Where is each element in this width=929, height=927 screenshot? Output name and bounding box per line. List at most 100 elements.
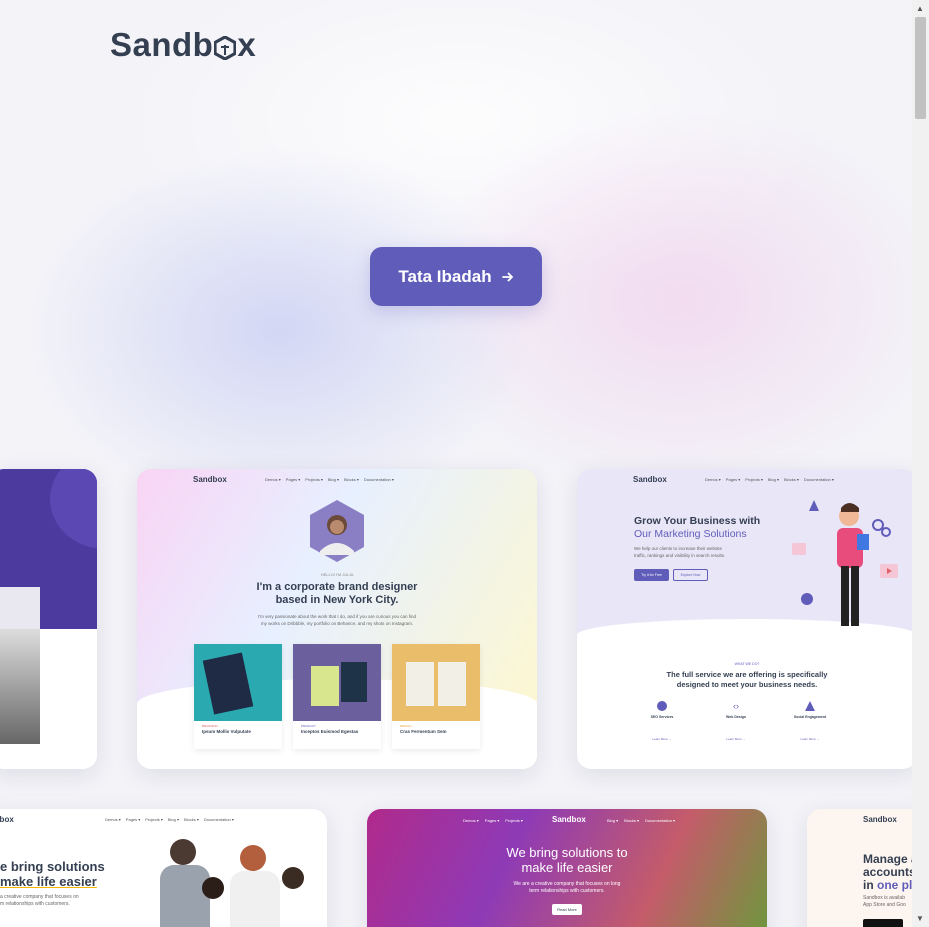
logo-text: Sandb x xyxy=(110,26,257,63)
demo-card-designer[interactable]: Sandbox Demos ▾ Pages ▾ Projects ▾ Blog … xyxy=(137,469,537,769)
seo-icon xyxy=(657,701,667,711)
nav-item[interactable]: Blocks ▾ xyxy=(784,477,799,482)
learn-more-link[interactable]: Learn More → xyxy=(785,737,835,741)
nav-item[interactable]: Pages ▾ xyxy=(485,818,499,823)
arrow-right-icon xyxy=(501,272,513,281)
body-line: term relationships with customers. xyxy=(529,888,605,894)
hero-body: We are a creative company that focuses o… xyxy=(367,881,767,895)
heading-line: Grow Your Business with xyxy=(634,515,761,527)
mini-nav: Demos ▾ Pages ▾ Projects ▾ Blog ▾ Blocks… xyxy=(705,477,834,482)
avatar xyxy=(310,500,364,562)
hero-heading: I'm a corporate brand designer based in … xyxy=(137,581,537,607)
heading-line: based in New York City. xyxy=(275,594,399,606)
nav-item[interactable]: Documentation ▾ xyxy=(204,817,234,822)
heading-line: make life easier xyxy=(521,860,613,875)
body-line: We are a creative company that focuses o… xyxy=(513,881,621,887)
body-line: m relationships with customers. xyxy=(0,901,70,907)
heading-line: Our Marketing Solutions xyxy=(634,528,747,540)
service-item: Social Engagement Learn More → xyxy=(785,701,835,741)
nav-item[interactable]: Documentation ▾ xyxy=(804,477,834,482)
project-card[interactable]: PRODUCT Inceptos Euismod Egestas xyxy=(293,644,381,749)
heading-line: The full service we are offering is spec… xyxy=(666,670,828,679)
learn-more-link[interactable]: Learn More → xyxy=(637,737,687,741)
nav-item[interactable]: Blocks ▾ xyxy=(624,818,639,823)
scroll-up-icon[interactable]: ▲ xyxy=(916,4,924,13)
project-card[interactable]: DESIGN Cras Fermentum Sem xyxy=(392,644,480,749)
mini-logo: Sandbox xyxy=(863,815,897,824)
hero-heading: Manage a accounts in one pla xyxy=(863,853,919,892)
mini-nav-left: Demos ▾ Pages ▾ Projects ▾ xyxy=(463,818,523,823)
nav-item[interactable]: Demos ▾ xyxy=(265,477,281,482)
nav-item[interactable]: Projects ▾ xyxy=(305,477,323,482)
nav-item[interactable]: Blog ▾ xyxy=(768,477,779,482)
body-line: Sandbox is availab xyxy=(863,895,905,901)
service-title: Social Engagement xyxy=(793,715,827,719)
nav-item[interactable]: Pages ▾ xyxy=(126,817,140,822)
person-photo xyxy=(0,629,40,744)
explore-button[interactable]: Explore Now xyxy=(673,569,708,581)
demo-card-app[interactable]: Sandbox Manage a accounts in one pla San… xyxy=(807,809,929,927)
demo-card-startup[interactable]: Sandbox Demos ▾ Pages ▾ Projects ▾ Blog … xyxy=(0,809,327,927)
people-icon xyxy=(805,701,815,711)
scroll-down-icon[interactable]: ▼ xyxy=(916,914,924,923)
nav-item[interactable]: Blog ▾ xyxy=(328,477,339,482)
heading-line: e bring solutions xyxy=(0,859,105,874)
tata-ibadah-button[interactable]: Tata Ibadah xyxy=(370,247,542,306)
group-photo xyxy=(140,837,327,927)
chart-icon xyxy=(792,543,806,555)
gear-icon xyxy=(872,519,891,537)
mini-logo: Sandbox xyxy=(193,475,227,484)
hero-heading: We bring solutions to make life easier xyxy=(367,845,767,875)
heading-line: designed to meet your business needs. xyxy=(676,680,818,689)
nav-item[interactable]: Blocks ▾ xyxy=(344,477,359,482)
cta-label: Tata Ibadah xyxy=(398,266,492,286)
nav-item[interactable]: Demos ▾ xyxy=(463,818,479,823)
nav-item[interactable]: Pages ▾ xyxy=(726,477,740,482)
nav-item[interactable]: Pages ▾ xyxy=(286,477,300,482)
hero-body: a creative company that focuses on m rel… xyxy=(0,894,79,908)
try-free-button[interactable]: Try it for Free xyxy=(634,569,669,581)
project-tag: PRODUCT xyxy=(301,724,316,728)
rocket-icon xyxy=(809,500,819,511)
nav-item[interactable]: Documentation ▾ xyxy=(645,818,675,823)
hero-heading: e bring solutions make life easier xyxy=(0,859,105,889)
demo-card-gradient[interactable]: Demos ▾ Pages ▾ Projects ▾ Sandbox Blog … xyxy=(367,809,767,927)
project-title: Inceptos Euismod Egestas xyxy=(301,729,359,734)
nav-item[interactable]: Demos ▾ xyxy=(105,817,121,822)
nav-item[interactable]: Blocks ▾ xyxy=(184,817,199,822)
nav-item[interactable]: Demos ▾ xyxy=(705,477,721,482)
demo-card-marketing[interactable]: Sandbox Demos ▾ Pages ▾ Projects ▾ Blog … xyxy=(577,469,917,769)
services-heading: The full service we are offering is spec… xyxy=(632,670,862,690)
project-tag: BRANDING xyxy=(202,724,218,728)
service-title: SEO Services xyxy=(650,715,674,719)
scrollbar-thumb[interactable] xyxy=(915,17,926,119)
service-item: ‹› Web Design Learn More → xyxy=(711,701,761,741)
mini-nav: Demos ▾ Pages ▾ Projects ▾ Blog ▾ Blocks… xyxy=(105,817,234,822)
nav-item[interactable]: Projects ▾ xyxy=(505,818,523,823)
nav-item[interactable]: Blog ▾ xyxy=(607,818,618,823)
nav-item[interactable]: Blog ▾ xyxy=(168,817,179,822)
app-store-badge[interactable] xyxy=(863,919,903,927)
eyebrow: HELLO! I'M JULIA xyxy=(320,572,354,577)
body-line: my works on Dribbble, my portfolio on Be… xyxy=(260,621,414,626)
services-row: SEO Services Learn More → ‹› Web Design … xyxy=(637,701,917,741)
project-title: Ipsum Mollis Vulputate xyxy=(202,729,251,734)
learn-more-link[interactable]: Learn More → xyxy=(711,737,761,741)
box-logo-icon xyxy=(214,36,237,60)
read-more-button[interactable]: Read More xyxy=(552,904,582,915)
project-title: Cras Fermentum Sem xyxy=(400,729,447,734)
nav-item[interactable]: Projects ▾ xyxy=(745,477,763,482)
nav-item[interactable]: Documentation ▾ xyxy=(364,477,394,482)
mini-logo: Sandbox xyxy=(0,815,14,824)
demo-card-partial-left[interactable] xyxy=(0,469,97,769)
sandbox-logo[interactable]: Sandb x xyxy=(110,26,256,64)
heading-line: in one pla xyxy=(863,879,919,892)
body: We help our clients to increase their we… xyxy=(634,545,725,559)
globe-icon xyxy=(801,593,813,605)
body-line: traffic, rankings and visibility in sear… xyxy=(634,553,726,558)
project-card[interactable]: BRANDING Ipsum Mollis Vulputate xyxy=(194,644,282,749)
hero-background xyxy=(0,0,912,927)
heading-line: make life easier xyxy=(0,874,97,889)
page-scrollbar[interactable]: ▲ ▼ xyxy=(912,0,929,927)
nav-item[interactable]: Projects ▾ xyxy=(145,817,163,822)
